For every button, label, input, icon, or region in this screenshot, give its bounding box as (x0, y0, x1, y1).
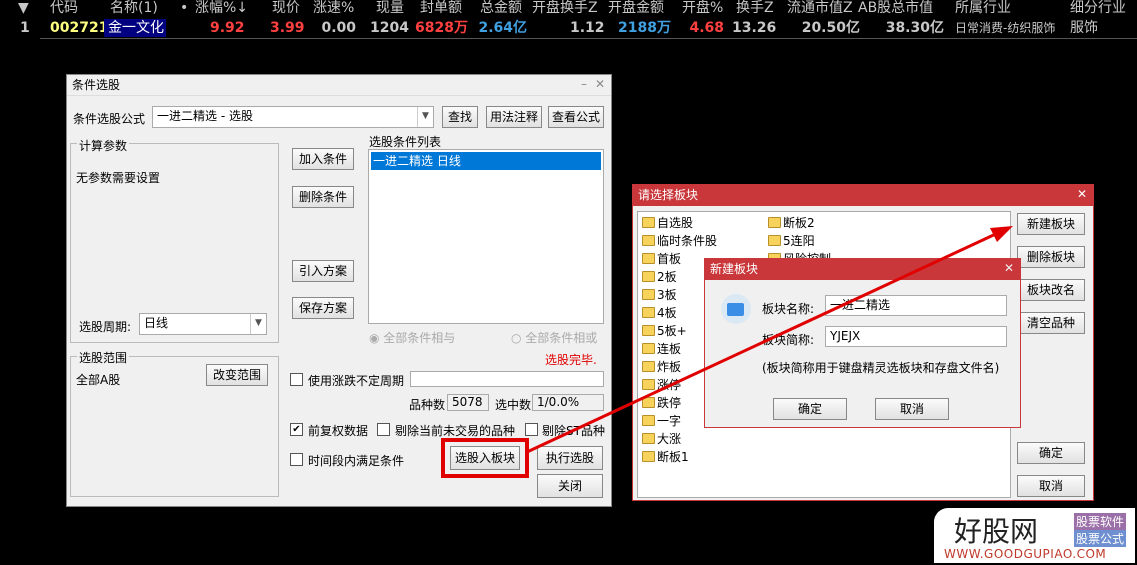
arrow-head (990, 226, 1013, 242)
arrow-line (526, 230, 1001, 454)
watermark-tag2: 股票公式 (1074, 530, 1127, 547)
watermark-brand: 好股网 (954, 515, 1039, 548)
annotation-arrow (526, 226, 1013, 454)
watermark-url: WWW.GOODGUPIAO.COM (944, 547, 1107, 561)
watermark-logo: 好股网 股票软件 股票公式 WWW.GOODGUPIAO.COM (934, 508, 1135, 563)
watermark-tag1: 股票软件 (1074, 513, 1127, 530)
